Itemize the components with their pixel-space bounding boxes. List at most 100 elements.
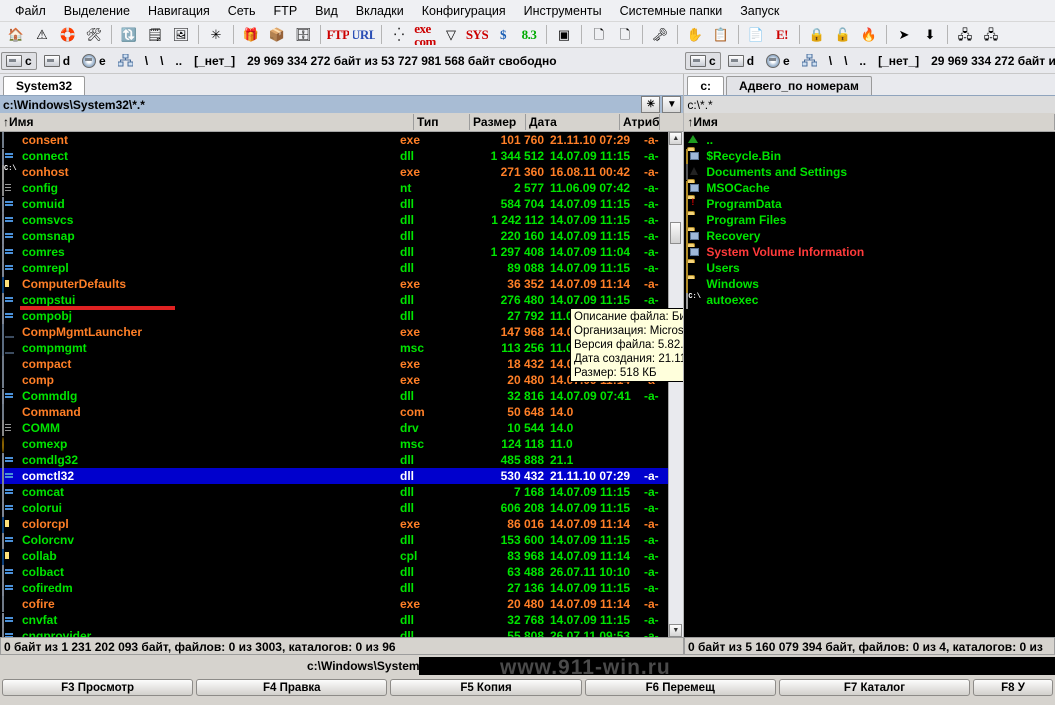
- table-row[interactable]: comexp msc 124 118 11.0: [0, 436, 670, 453]
- table-row[interactable]: cngprovider dll 55 808 26.07.11 09:53 -a-: [0, 628, 670, 637]
- menu-item-5[interactable]: Вид: [306, 2, 347, 20]
- checklist-icon[interactable]: 📋: [709, 23, 733, 46]
- lock-closed-icon[interactable]: 🔒: [805, 23, 829, 46]
- drive-button-left-1[interactable]: \: [156, 53, 167, 69]
- table-row[interactable]: comdlg32 dll 485 888 21.1: [0, 452, 670, 469]
- dollar-icon[interactable]: $: [491, 23, 515, 46]
- table-row[interactable]: comsnap dll 220 160 14.07.09 11:15 -a-: [0, 228, 670, 245]
- menu-item-9[interactable]: Системные папки: [611, 2, 732, 20]
- scroll-up-arrow[interactable]: ▲: [669, 132, 683, 145]
- dots-icon[interactable]: ⁛: [387, 23, 411, 46]
- table-row[interactable]: conhost exe 271 360 16.08.11 00:42 -a-: [0, 164, 670, 181]
- table-row[interactable]: comctl32 dll 530 432 21.11.10 07:29 -a-: [0, 468, 670, 485]
- home-icon[interactable]: 🏠: [4, 23, 28, 46]
- menu-item-6[interactable]: Вкладки: [347, 2, 413, 20]
- column-header-left-2[interactable]: Размер: [470, 114, 526, 130]
- scroll-down-arrow[interactable]: ▼: [669, 624, 683, 637]
- table-row[interactable]: collab cpl 83 968 14.07.09 11:14 -a-: [0, 548, 670, 565]
- fire-icon[interactable]: 🔥: [857, 23, 881, 46]
- table-row[interactable]: Users: [684, 260, 1055, 277]
- scroll-thumb[interactable]: [670, 222, 682, 244]
- drive-button-right-3[interactable]: [_нет_]: [874, 53, 923, 69]
- drive-button-right-0[interactable]: \: [825, 53, 836, 69]
- function-key-f7[interactable]: F7 Каталог: [778, 679, 971, 696]
- table-row[interactable]: ProgramData: [684, 196, 1055, 213]
- table-row[interactable]: comrepl dll 89 088 14.07.09 11:15 -a-: [0, 260, 670, 277]
- drive-right-e[interactable]: e: [761, 52, 795, 70]
- left-scrollbar[interactable]: ▲ ▼: [668, 132, 684, 637]
- drive-button-right-2[interactable]: ..: [855, 53, 870, 69]
- sys-label[interactable]: SYS: [465, 23, 489, 46]
- drive-left-c[interactable]: c: [1, 51, 37, 70]
- table-row[interactable]: comres dll 1 297 408 14.07.09 11:04 -a-: [0, 244, 670, 261]
- column-header-left-1[interactable]: Тип: [414, 114, 470, 130]
- eight-three-label[interactable]: 8.3: [517, 23, 541, 46]
- tab-right-1[interactable]: Адвего_по номерам: [726, 76, 872, 95]
- menu-item-2[interactable]: Навигация: [139, 2, 219, 20]
- table-row[interactable]: comsvcs dll 1 242 112 14.07.09 11:15 -a-: [0, 212, 670, 229]
- table-row[interactable]: cofiredm dll 27 136 14.07.09 11:15 -a-: [0, 580, 670, 597]
- note2-icon[interactable]: 🗋: [613, 23, 637, 46]
- image-view-icon[interactable]: 🖼: [169, 23, 193, 46]
- table-row[interactable]: cnvfat dll 32 768 14.07.09 11:15 -a-: [0, 612, 670, 629]
- column-header-left-3[interactable]: Дата: [526, 114, 620, 130]
- ftp-label[interactable]: FTP: [326, 23, 350, 46]
- console-icon[interactable]: ▣: [552, 23, 576, 46]
- menu-item-0[interactable]: Файл: [6, 2, 55, 20]
- network-icon[interactable]: [797, 52, 822, 69]
- table-row[interactable]: Program Files: [684, 212, 1055, 229]
- note-icon[interactable]: 🗋: [587, 23, 611, 46]
- table-row[interactable]: $Recycle.Bin: [684, 148, 1055, 165]
- table-row[interactable]: MSOCache: [684, 180, 1055, 197]
- lock-open-icon[interactable]: 🔓: [831, 23, 855, 46]
- tab-left-0[interactable]: System32: [3, 76, 86, 95]
- menu-item-4[interactable]: FTP: [265, 2, 307, 20]
- table-row[interactable]: ..: [684, 132, 1055, 148]
- menu-item-1[interactable]: Выделение: [55, 2, 139, 20]
- column-header-left-0[interactable]: ↑Имя: [0, 114, 414, 130]
- table-row[interactable]: cofire exe 20 480 14.07.09 11:14 -a-: [0, 596, 670, 612]
- table-row[interactable]: colorcpl exe 86 016 14.07.09 11:14 -a-: [0, 516, 670, 533]
- table-row[interactable]: config nt 2 577 11.06.09 07:42 -a-: [0, 180, 670, 196]
- table-row[interactable]: System Volume Information: [684, 244, 1055, 261]
- table-row[interactable]: autoexec: [684, 292, 1055, 309]
- table-row[interactable]: ComputerDefaults exe 36 352 14.07.09 11:14-…: [0, 276, 670, 293]
- pack-icon[interactable]: 🎁: [239, 23, 263, 46]
- column-header-right-0[interactable]: ↑Имя: [684, 114, 1055, 130]
- function-key-f5[interactable]: F5 Копия: [390, 679, 582, 696]
- right-file-list[interactable]: .. $Recycle.Bin Documents and Settings MSOC…: [684, 132, 1055, 637]
- archive-icon[interactable]: 🗄: [291, 23, 315, 46]
- table-row[interactable]: Windows: [684, 276, 1055, 293]
- drive-right-d[interactable]: d: [723, 52, 759, 70]
- lifebuoy-icon[interactable]: 🛟: [56, 23, 80, 46]
- right-panel-path-bar[interactable]: c:\*.*: [684, 95, 1055, 113]
- properties-icon[interactable]: 🗒: [143, 23, 167, 46]
- table-row[interactable]: colorui dll 606 208 14.07.09 11:15 -a-: [0, 500, 670, 517]
- table-row[interactable]: Colorcnv dll 153 600 14.07.09 11:15 -a-: [0, 532, 670, 549]
- menu-item-7[interactable]: Конфигурация: [413, 2, 515, 20]
- table-row[interactable]: Commdlg dll 32 816 14.07.09 07:41 -a-: [0, 388, 670, 405]
- drive-button-left-3[interactable]: [_нет_]: [190, 53, 239, 69]
- table-row[interactable]: connect dll 1 344 512 14.07.09 11:15 -a-: [0, 148, 670, 165]
- filter-asterisk-button[interactable]: ✳: [641, 96, 661, 113]
- hand-icon[interactable]: ✋: [683, 23, 707, 46]
- menu-item-8[interactable]: Инструменты: [515, 2, 611, 20]
- function-key-f4[interactable]: F4 Правка: [196, 679, 388, 696]
- table-row[interactable]: comuid dll 584 704 14.07.09 11:15 -a-: [0, 196, 670, 213]
- network-icon[interactable]: [113, 52, 138, 69]
- tools-icon[interactable]: 🛠: [82, 23, 106, 46]
- asterisk-icon[interactable]: ✳: [204, 23, 228, 46]
- menu-item-10[interactable]: Запуск: [731, 2, 788, 20]
- warning-icon[interactable]: ⚠: [30, 23, 54, 46]
- cursor-icon[interactable]: ➤: [892, 23, 916, 46]
- menu-item-3[interactable]: Сеть: [219, 2, 265, 20]
- unpack-icon[interactable]: 📦: [265, 23, 289, 46]
- table-row[interactable]: Documents and Settings: [684, 164, 1055, 180]
- key-icon[interactable]: 🗝: [648, 23, 672, 46]
- tab-right-0[interactable]: c:: [687, 76, 725, 95]
- function-key-f3[interactable]: F3 Просмотр: [2, 679, 194, 696]
- table-row[interactable]: COMM drv 10 544 14.0: [0, 420, 670, 436]
- map-drive-icon[interactable]: 🖧: [953, 23, 977, 46]
- table-row[interactable]: consent exe 101 760 21.11.10 07:29 -a-: [0, 132, 670, 148]
- table-row[interactable]: colbact dll 63 488 26.07.11 10:10 -a-: [0, 564, 670, 581]
